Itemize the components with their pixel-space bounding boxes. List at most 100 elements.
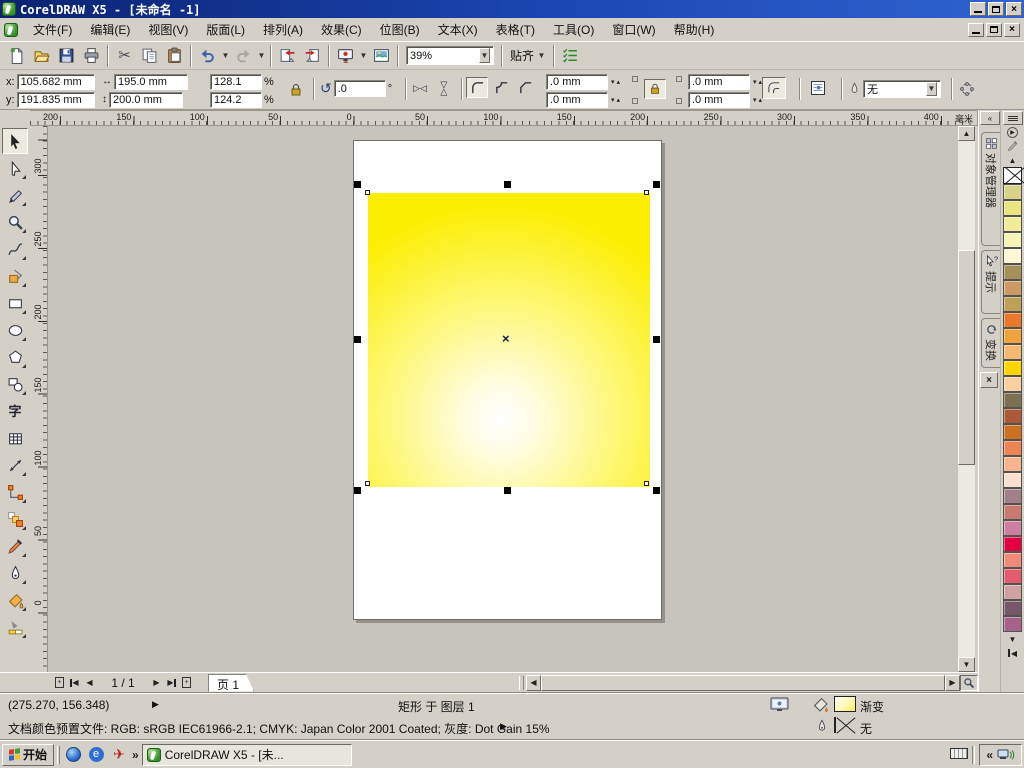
corner-radius-bl-field[interactable]: .0 mm: [546, 91, 608, 108]
close-button[interactable]: ×: [1006, 2, 1022, 16]
color-swatch-26[interactable]: [1003, 600, 1022, 616]
menu-item-3[interactable]: 版面(L): [197, 18, 254, 41]
object-center-mark[interactable]: ×: [502, 332, 510, 345]
edit-corners-together-button[interactable]: [644, 78, 666, 99]
selection-handle-top-center[interactable]: [503, 181, 511, 188]
start-button[interactable]: 开始: [2, 743, 55, 766]
selection-handle-middle-right[interactable]: [653, 335, 660, 343]
interactive-fill-tool[interactable]: [2, 614, 28, 640]
palette-eyedropper-icon[interactable]: [1003, 139, 1023, 153]
round-corner-button[interactable]: [466, 77, 488, 98]
wrap-paragraph-text-button[interactable]: [806, 77, 830, 99]
menu-item-1[interactable]: 编辑(E): [81, 18, 139, 41]
menu-item-10[interactable]: 窗口(W): [603, 18, 664, 41]
color-swatch-17[interactable]: [1003, 456, 1022, 472]
color-swatch-3[interactable]: [1003, 232, 1022, 248]
mirror-vertical-button[interactable]: ▷◁: [434, 79, 454, 99]
paste-button[interactable]: [162, 44, 187, 68]
color-swatch-13[interactable]: [1003, 392, 1022, 408]
color-swatch-8[interactable]: [1003, 312, 1022, 328]
chamfered-corner-button[interactable]: [514, 77, 536, 98]
previous-page-button[interactable]: ◀: [82, 675, 97, 691]
freehand-tool[interactable]: [2, 236, 28, 262]
network-status-icon[interactable]: [997, 748, 1015, 762]
crop-tool[interactable]: [2, 182, 28, 208]
next-page-button[interactable]: ▶: [149, 675, 164, 691]
add-page-before-button[interactable]: +: [52, 675, 67, 691]
corner-tr-spinner[interactable]: ▾ ▴: [753, 78, 762, 86]
minimize-button[interactable]: [970, 2, 986, 16]
snap-dropdown-icon[interactable]: ▼: [537, 44, 546, 68]
color-swatch-6[interactable]: [1003, 280, 1022, 296]
corner-radius-br-field[interactable]: .0 mm: [688, 91, 750, 108]
export-button[interactable]: [300, 44, 325, 68]
no-color-swatch[interactable]: [1003, 167, 1022, 184]
corner-node-tr[interactable]: [644, 190, 649, 195]
text-tool[interactable]: 字: [2, 398, 28, 424]
outline-pen-tool[interactable]: [2, 560, 28, 586]
docker-tab-object-manager[interactable]: 对象管理器: [981, 132, 1000, 246]
media-player-icon[interactable]: [63, 745, 83, 765]
color-swatch-23[interactable]: [1003, 552, 1022, 568]
document-icon[interactable]: [4, 22, 18, 37]
docker-collapse-button[interactable]: «: [980, 111, 1000, 125]
ellipse-tool[interactable]: [2, 317, 28, 343]
menu-item-8[interactable]: 表格(T): [487, 18, 544, 41]
tray-collapse-icon[interactable]: «: [986, 748, 993, 762]
color-swatch-11[interactable]: [1003, 360, 1022, 376]
horizontal-scroll-thumb[interactable]: [541, 674, 945, 691]
polygon-tool[interactable]: [2, 344, 28, 370]
shape-tool[interactable]: [2, 155, 28, 181]
corner-br-spinner[interactable]: ▾ ▴: [753, 96, 762, 104]
doc-minimize-button[interactable]: [968, 22, 984, 37]
color-proof-icon[interactable]: [770, 697, 789, 712]
lock-ratio-button[interactable]: [288, 81, 304, 98]
internet-browser-icon[interactable]: e: [86, 745, 106, 765]
last-page-button[interactable]: ▶: [164, 675, 179, 691]
pan-zoom-button[interactable]: [960, 674, 978, 691]
corner-radius-tl-field[interactable]: .0 mm: [546, 73, 608, 90]
color-swatch-5[interactable]: [1003, 264, 1022, 280]
basic-shapes-tool[interactable]: [2, 371, 28, 397]
docker-tab-transform[interactable]: 变换: [981, 318, 1000, 368]
vertical-scroll-thumb[interactable]: [958, 250, 975, 465]
scroll-left-button[interactable]: ◀: [526, 674, 541, 691]
undo-dropdown-icon[interactable]: ▼: [220, 44, 231, 68]
outline-width-dropdown-icon[interactable]: ▼: [926, 81, 937, 96]
coreldraw-task-button[interactable]: CorelDRAW X5 - [未...: [141, 743, 352, 766]
snap-to-button[interactable]: 贴齐 ▼: [506, 44, 550, 68]
parallel-dimension-tool[interactable]: [2, 452, 28, 478]
object-width-field[interactable]: 195.0 mm: [114, 73, 188, 90]
color-eyedropper-tool[interactable]: [2, 533, 28, 559]
fill-color-swatch[interactable]: [834, 696, 856, 712]
scroll-down-button[interactable]: ▼: [958, 657, 975, 672]
rectangle-tool[interactable]: [2, 290, 28, 316]
menu-item-6[interactable]: 位图(B): [371, 18, 429, 41]
palette-expand-button[interactable]: ◀: [1003, 646, 1023, 660]
vertical-scrollbar[interactable]: ▲ ▼: [958, 126, 975, 672]
corner-node-tl[interactable]: [365, 190, 370, 195]
corner-tl-spinner[interactable]: ▾ ▴: [611, 78, 620, 86]
color-swatch-25[interactable]: [1003, 584, 1022, 600]
color-swatch-22[interactable]: [1003, 536, 1022, 552]
scroll-up-button[interactable]: ▲: [958, 126, 975, 141]
page-tab[interactable]: 页 1: [208, 673, 255, 692]
docker-tab-hints[interactable]: ? 提示: [981, 250, 1000, 314]
object-height-field[interactable]: 200.0 mm: [109, 91, 183, 108]
blend-tool[interactable]: [2, 506, 28, 532]
new-document-button[interactable]: [4, 44, 29, 68]
selection-handle-top-left[interactable]: [354, 181, 361, 188]
profile-flyout-icon[interactable]: ▶: [500, 721, 507, 732]
color-swatch-0[interactable]: [1003, 184, 1022, 200]
selection-handle-top-right[interactable]: [653, 181, 660, 188]
coords-flyout-icon[interactable]: ▶: [152, 699, 159, 710]
docker-close-button[interactable]: ×: [980, 372, 998, 388]
palette-scroll-down-button[interactable]: ▼: [1003, 632, 1023, 646]
zoom-level-combo[interactable]: 39% ▼: [406, 46, 494, 65]
y-position-field[interactable]: 191.835 mm: [16, 91, 95, 108]
redo-dropdown-icon[interactable]: ▼: [256, 44, 267, 68]
redo-button[interactable]: [231, 44, 256, 68]
convert-to-curves-button[interactable]: [956, 79, 978, 99]
selection-handle-bottom-left[interactable]: [354, 487, 361, 494]
palette-scroll-up-button[interactable]: ▲: [1003, 153, 1023, 167]
